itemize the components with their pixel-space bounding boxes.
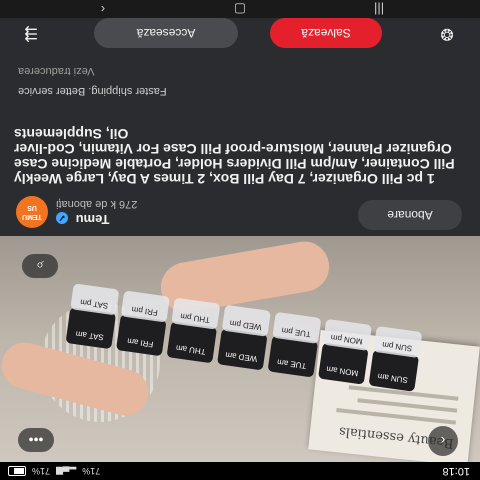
battery-icon: [8, 466, 26, 477]
video-subtitle: Faster shipping. Better service: [18, 85, 167, 97]
lens-search-icon[interactable]: ⌕: [22, 254, 58, 278]
chevron-left-icon[interactable]: ‹: [428, 426, 458, 456]
back-nav-icon[interactable]: ‹: [88, 0, 118, 18]
book-text-line: [357, 398, 458, 413]
video-player[interactable]: Beauty essentials SUN am MON am TUE am W…: [0, 236, 480, 462]
save-button[interactable]: Salvează: [270, 18, 382, 48]
logo-subtext: US: [27, 204, 37, 211]
verified-check-icon: ✓: [56, 212, 68, 225]
channel-row: TEMU US Temu ✓ 276 k de abonați Abonare: [0, 184, 480, 232]
system-nav-bar: ||| ▢ ‹: [0, 0, 480, 18]
network-label: 71%: [82, 466, 101, 477]
subscribe-button[interactable]: Abonare: [358, 200, 462, 230]
more-dots-icon[interactable]: •••: [18, 428, 54, 452]
logo-text: TEMU: [22, 213, 42, 220]
action-row: ❂ Salvează Accesează ⇶: [0, 16, 480, 52]
channel-name[interactable]: Temu ✓: [56, 212, 109, 227]
subscriber-count: 276 k de abonați: [56, 198, 138, 210]
share-icon[interactable]: ⇶: [18, 20, 44, 46]
phone-screen: 10:18 71% ▂▄▆ 71% Beauty essentials SUN …: [0, 0, 480, 480]
access-button[interactable]: Accesează: [94, 18, 238, 48]
battery-label: 71%: [32, 466, 51, 477]
remix-icon[interactable]: ❂: [434, 20, 460, 46]
status-bar: 10:18 71% ▂▄▆ 71%: [0, 462, 480, 480]
status-icons: 71% ▂▄▆ 71%: [8, 466, 100, 477]
video-title[interactable]: 1 pc Pill Organizer, 7 Day Pill Box, 2 T…: [14, 126, 456, 187]
see-translation-link[interactable]: Vezi traducerea: [18, 65, 94, 77]
recent-apps-icon[interactable]: |||: [364, 0, 394, 18]
channel-name-text: Temu: [75, 212, 110, 227]
channel-avatar[interactable]: TEMU US: [16, 196, 48, 228]
status-time: 10:18: [442, 465, 470, 477]
signal-icon: ▂▄▆: [56, 467, 77, 477]
screenshot-frame: 10:18 71% ▂▄▆ 71% Beauty essentials SUN …: [0, 0, 480, 480]
home-icon[interactable]: ▢: [225, 0, 255, 18]
